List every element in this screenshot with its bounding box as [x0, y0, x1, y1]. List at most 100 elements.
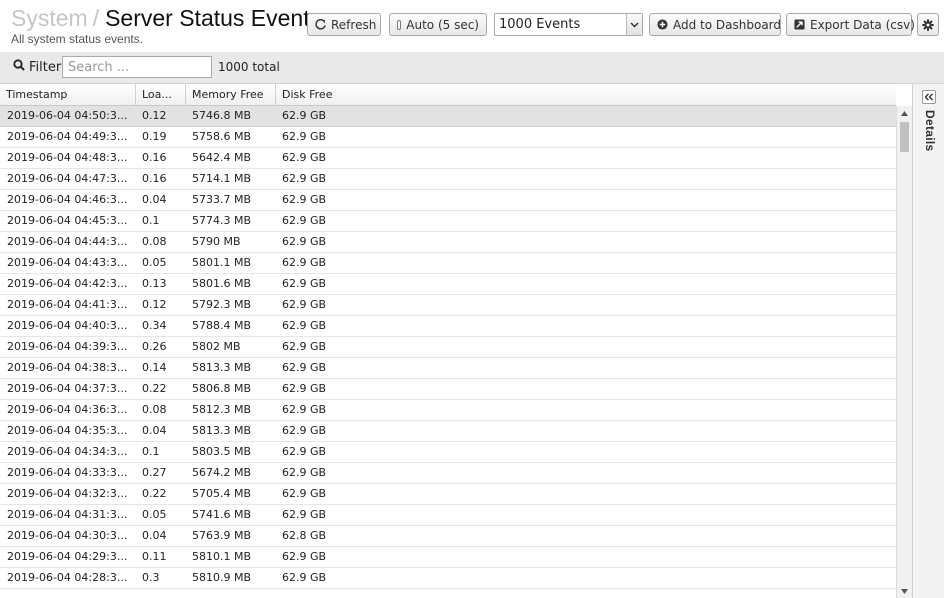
column-header-memory-free[interactable]: Memory Free	[186, 84, 276, 106]
filter-bar: Filter 1000 total	[0, 52, 944, 84]
cell-load: 0.16	[142, 151, 167, 164]
cell-load: 0.14	[142, 361, 167, 374]
auto-refresh-label: Auto (5 sec)	[406, 17, 479, 32]
add-to-dashboard-label: Add to Dashboard	[673, 17, 782, 32]
cell-timestamp: 2019-06-04 04:48:3...	[7, 151, 128, 164]
cell-disk-free: 62.9 GB	[282, 256, 327, 269]
cell-timestamp: 2019-06-04 04:46:3...	[7, 193, 128, 206]
table-row[interactable]: 2019-06-04 04:36:3... 0.08 5812.3 MB 62.9 G…	[0, 400, 896, 421]
vertical-scrollbar[interactable]	[896, 106, 912, 598]
cell-timestamp: 2019-06-04 04:33:3...	[7, 466, 128, 479]
cell-disk-free: 62.9 GB	[282, 508, 327, 521]
table-row[interactable]: 2019-06-04 04:28:3... 0.3 5810.9 MB 62.9 GB	[0, 568, 896, 589]
table-row[interactable]: 2019-06-04 04:32:3... 0.22 5705.4 MB 62.9 G…	[0, 484, 896, 505]
table-row[interactable]: 2019-06-04 04:40:3... 0.34 5788.4 MB 62.9 G…	[0, 316, 896, 337]
cell-timestamp: 2019-06-04 04:36:3...	[7, 403, 128, 416]
table-row[interactable]: 2019-06-04 04:35:3... 0.04 5813.3 MB 62.9 G…	[0, 421, 896, 442]
scrollbar-thumb[interactable]	[900, 122, 909, 152]
refresh-button[interactable]: Refresh	[307, 13, 381, 36]
table-row[interactable]: 2019-06-04 04:41:3... 0.12 5792.3 MB 62.9 G…	[0, 295, 896, 316]
cell-disk-free: 62.9 GB	[282, 424, 327, 437]
table-row[interactable]: 2019-06-04 04:29:3... 0.11 5810.1 MB 62.9 G…	[0, 547, 896, 568]
cell-disk-free: 62.9 GB	[282, 151, 327, 164]
cell-memory-free: 5801.1 MB	[192, 256, 252, 269]
cell-load: 0.1	[142, 214, 160, 227]
table-row[interactable]: 2019-06-04 04:30:3... 0.04 5763.9 MB 62.8 G…	[0, 526, 896, 547]
table-row[interactable]: 2019-06-04 04:47:3... 0.16 5714.1 MB 62.9 G…	[0, 169, 896, 190]
cell-memory-free: 5714.1 MB	[192, 172, 252, 185]
table-row[interactable]: 2019-06-04 04:48:3... 0.16 5642.4 MB 62.9 G…	[0, 148, 896, 169]
page-title-area: System / Server Status Events	[11, 4, 321, 32]
table-row[interactable]: 2019-06-04 04:31:3... 0.05 5741.6 MB 62.9 G…	[0, 505, 896, 526]
auto-refresh-checkbox[interactable]	[397, 19, 402, 30]
cell-disk-free: 62.9 GB	[282, 193, 327, 206]
export-data-button[interactable]: Export Data (csv)	[786, 13, 915, 36]
cell-memory-free: 5741.6 MB	[192, 508, 252, 521]
cell-memory-free: 5806.8 MB	[192, 382, 252, 395]
auto-refresh-toggle[interactable]: Auto (5 sec)	[389, 13, 487, 36]
table-row[interactable]: 2019-06-04 04:45:3... 0.1 5774.3 MB 62.9 GB	[0, 211, 896, 232]
table-row[interactable]: 2019-06-04 04:50:3... 0.12 5746.8 MB 62.9 G…	[0, 106, 896, 127]
cell-disk-free: 62.9 GB	[282, 361, 327, 374]
settings-button[interactable]	[917, 13, 939, 36]
cell-timestamp: 2019-06-04 04:29:3...	[7, 550, 128, 563]
filter-label: Filter	[13, 59, 61, 75]
cell-memory-free: 5810.9 MB	[192, 571, 252, 584]
cell-memory-free: 5812.3 MB	[192, 403, 252, 416]
add-to-dashboard-button[interactable]: Add to Dashboard	[649, 13, 781, 36]
cell-disk-free: 62.9 GB	[282, 277, 327, 290]
table-row[interactable]: 2019-06-04 04:42:3... 0.13 5801.6 MB 62.9 G…	[0, 274, 896, 295]
cell-load: 0.22	[142, 487, 167, 500]
cell-memory-free: 5774.3 MB	[192, 214, 252, 227]
cell-load: 0.26	[142, 340, 167, 353]
column-header-timestamp[interactable]: Timestamp	[0, 84, 136, 106]
cell-load: 0.04	[142, 193, 167, 206]
double-chevron-left-icon[interactable]	[922, 90, 936, 104]
table-row[interactable]: 2019-06-04 04:34:3... 0.1 5803.5 MB 62.9 GB	[0, 442, 896, 463]
table-row[interactable]: 2019-06-04 04:33:3... 0.27 5674.2 MB 62.9 G…	[0, 463, 896, 484]
cell-timestamp: 2019-06-04 04:38:3...	[7, 361, 128, 374]
table-row[interactable]: 2019-06-04 04:39:3... 0.26 5802 MB 62.9 GB	[0, 337, 896, 358]
cell-disk-free: 62.9 GB	[282, 109, 327, 122]
events-count-value: 1000 Events	[499, 17, 581, 32]
cell-timestamp: 2019-06-04 04:43:3...	[7, 256, 128, 269]
cell-memory-free: 5733.7 MB	[192, 193, 252, 206]
table-row[interactable]: 2019-06-04 04:37:3... 0.22 5806.8 MB 62.9 G…	[0, 379, 896, 400]
cell-load: 0.16	[142, 172, 167, 185]
cell-disk-free: 62.9 GB	[282, 466, 327, 479]
gear-icon	[922, 18, 934, 31]
plus-circle-icon	[657, 19, 668, 31]
cell-disk-free: 62.9 GB	[282, 214, 327, 227]
cell-timestamp: 2019-06-04 04:42:3...	[7, 277, 128, 290]
table-row[interactable]: 2019-06-04 04:38:3... 0.14 5813.3 MB 62.9 G…	[0, 358, 896, 379]
cell-timestamp: 2019-06-04 04:37:3...	[7, 382, 128, 395]
column-header-load[interactable]: Loa...	[136, 84, 186, 106]
breadcrumb-system[interactable]: System	[11, 5, 88, 31]
search-input[interactable]	[62, 56, 212, 78]
cell-load: 0.27	[142, 466, 167, 479]
page-subtitle: All system status events.	[11, 32, 144, 46]
cell-memory-free: 5790 MB	[192, 235, 241, 248]
details-panel-label[interactable]: Details	[923, 110, 937, 151]
cell-load: 0.22	[142, 382, 167, 395]
app-window: System / Server Status Events All system s…	[0, 0, 944, 598]
cell-memory-free: 5763.9 MB	[192, 529, 252, 542]
table-row[interactable]: 2019-06-04 04:44:3... 0.08 5790 MB 62.9 GB	[0, 232, 896, 253]
cell-load: 0.05	[142, 256, 167, 269]
cell-memory-free: 5801.6 MB	[192, 277, 252, 290]
table-row[interactable]: 2019-06-04 04:46:3... 0.04 5733.7 MB 62.9 G…	[0, 190, 896, 211]
scroll-down-arrow-icon[interactable]	[897, 584, 912, 598]
cell-timestamp: 2019-06-04 04:41:3...	[7, 298, 128, 311]
chevron-down-icon[interactable]	[626, 14, 642, 35]
cell-disk-free: 62.9 GB	[282, 403, 327, 416]
table-row[interactable]: 2019-06-04 04:43:3... 0.05 5801.1 MB 62.9 G…	[0, 253, 896, 274]
cell-timestamp: 2019-06-04 04:50:3...	[7, 109, 128, 122]
scroll-up-arrow-icon[interactable]	[897, 106, 912, 120]
cell-memory-free: 5642.4 MB	[192, 151, 252, 164]
cell-timestamp: 2019-06-04 04:31:3...	[7, 508, 128, 521]
table-row[interactable]: 2019-06-04 04:49:3... 0.19 5758.6 MB 62.9 G…	[0, 127, 896, 148]
cell-memory-free: 5788.4 MB	[192, 319, 252, 332]
column-header-disk-free[interactable]: Disk Free	[276, 84, 896, 106]
events-count-select[interactable]: 1000 Events	[494, 13, 643, 36]
table-body: 2019-06-04 04:50:3... 0.12 5746.8 MB 62.9 G…	[0, 106, 896, 598]
